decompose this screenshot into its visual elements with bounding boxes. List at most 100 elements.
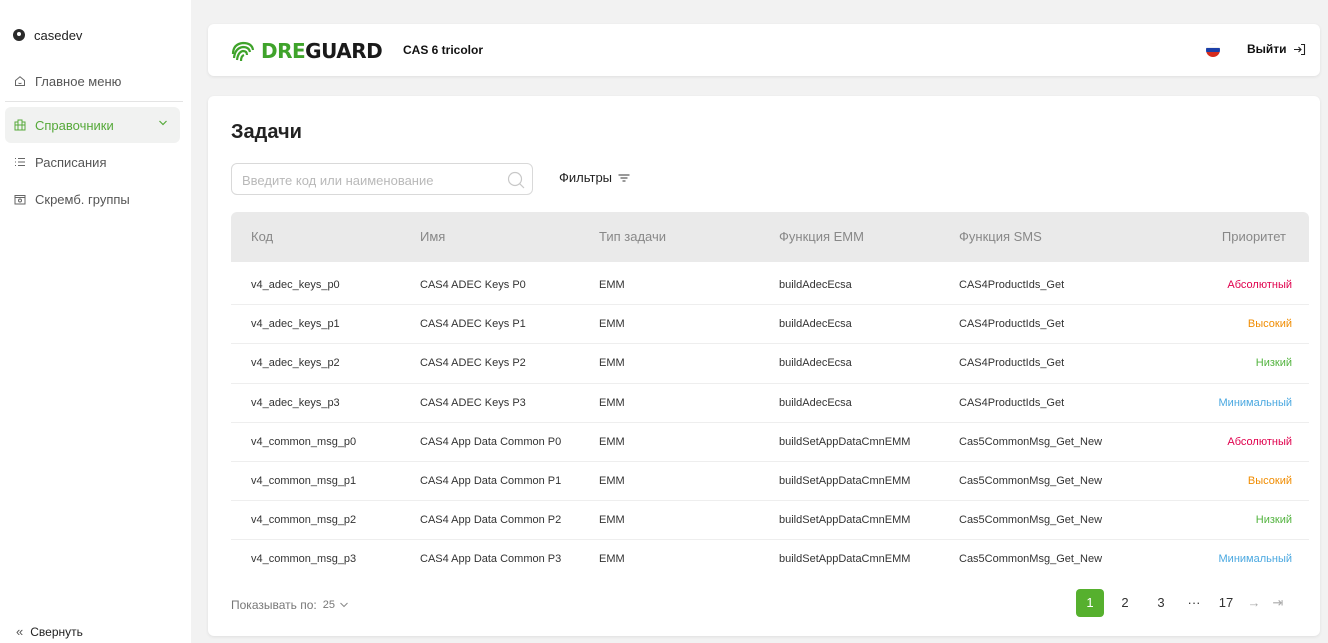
collapse-sidebar-button[interactable]: « Свернуть: [16, 624, 83, 639]
cell-code: v4_adec_keys_p3: [251, 396, 340, 409]
cell-priority: Абсолютный: [1227, 435, 1292, 448]
column-header-sms[interactable]: Функция SMS: [959, 229, 1042, 244]
list-icon: [15, 158, 25, 166]
cell-emm: buildAdecEcsa: [779, 396, 852, 409]
home-icon: [15, 76, 25, 86]
cell-sms: CAS4ProductIds_Get: [959, 357, 1065, 370]
sidebar-item-main-menu[interactable]: Главное меню: [5, 63, 180, 99]
cell-priority: Минимальный: [1218, 396, 1292, 409]
cell-emm: buildSetAppDataCmnEMM: [779, 553, 911, 566]
table-row[interactable]: v4_adec_keys_p0 CAS4 ADEC Keys P0 EMM bu…: [231, 266, 1309, 306]
table-row[interactable]: v4_adec_keys_p3 CAS4 ADEC Keys P3 EMM bu…: [231, 384, 1309, 423]
username: casedev: [34, 27, 83, 43]
cell-sms: Cas5CommonMsg_Get_New: [959, 514, 1103, 527]
cell-emm: buildAdecEcsa: [779, 279, 852, 291]
table-body: v4_adec_keys_p0 CAS4 ADEC Keys P0 EMM bu…: [231, 266, 1309, 580]
cell-name: CAS4 ADEC Keys P0: [420, 279, 526, 291]
search-input[interactable]: [242, 171, 502, 189]
pagination-ellipsis[interactable]: ···: [1180, 589, 1208, 617]
cell-priority: Высокий: [1247, 318, 1292, 331]
column-header-priority[interactable]: Приоритет: [1222, 229, 1286, 244]
cell-sms: CAS4ProductIds_Get: [959, 396, 1065, 409]
table-row[interactable]: v4_common_msg_p0 CAS4 App Data Common P0…: [231, 423, 1309, 462]
page-size-label: Показывать по:: [231, 598, 317, 612]
avatar: [13, 29, 25, 41]
cell-type: EMM: [599, 514, 625, 527]
cell-code: v4_common_msg_p2: [251, 514, 357, 527]
user-profile[interactable]: casedev: [13, 25, 82, 45]
cell-emm: buildSetAppDataCmnEMM: [779, 435, 911, 448]
column-header-emm[interactable]: Функция EMM: [779, 229, 864, 244]
cell-name: CAS4 ADEC Keys P1: [420, 318, 526, 331]
search-icon[interactable]: [506, 170, 526, 190]
table-header: Код Имя Тип задачи Функция EMM Функция S…: [231, 212, 1309, 262]
tasks-panel: Задачи Фильтры Код Имя Тип задачи Функци…: [208, 96, 1320, 636]
cell-code: v4_common_msg_p0: [251, 435, 357, 448]
directory-icon: [14, 119, 26, 131]
sidebar-item-label: Скремб. группы: [35, 191, 130, 207]
sidebar-item-label: Расписания: [35, 154, 107, 170]
language-flag-icon[interactable]: [1206, 43, 1220, 57]
cell-name: CAS4 App Data Common P0: [420, 435, 562, 448]
filter-icon: [618, 174, 630, 181]
table-row[interactable]: v4_common_msg_p1 CAS4 App Data Common P1…: [231, 462, 1309, 502]
logo[interactable]: DREGUARD: [230, 39, 383, 63]
cell-type: EMM: [599, 435, 625, 448]
cell-code: v4_adec_keys_p2: [251, 357, 340, 370]
logo-text-dark: GUARD: [305, 39, 383, 63]
cell-code: v4_common_msg_p1: [251, 474, 357, 487]
sidebar-item-scramble-groups[interactable]: Скремб. группы: [5, 181, 180, 217]
column-header-name[interactable]: Имя: [420, 229, 445, 244]
cell-type: EMM: [599, 553, 625, 566]
sidebar-divider: [5, 101, 183, 102]
sidebar-item-directories[interactable]: Справочники: [5, 107, 180, 143]
cell-sms: CAS4ProductIds_Get: [959, 318, 1065, 331]
column-header-code[interactable]: Код: [251, 229, 273, 244]
page-button-3[interactable]: 3: [1147, 589, 1175, 617]
table-row[interactable]: v4_common_msg_p3 CAS4 App Data Common P3…: [231, 540, 1309, 579]
page-button-last[interactable]: 17: [1212, 589, 1240, 617]
cell-priority: Низкий: [1255, 357, 1292, 370]
sidebar-item-schedules[interactable]: Расписания: [5, 144, 180, 180]
column-header-type[interactable]: Тип задачи: [599, 229, 666, 244]
cell-sms: CAS4ProductIds_Get: [959, 279, 1065, 291]
sidebar-item-label: Справочники: [35, 117, 114, 133]
cell-type: EMM: [599, 279, 625, 291]
last-page-icon[interactable]: ⇥: [1264, 589, 1292, 617]
page-button-2[interactable]: 2: [1111, 589, 1139, 617]
logout-button[interactable]: Выйти: [1247, 42, 1306, 56]
logo-text-green: DRE: [261, 39, 306, 63]
search-box: [231, 163, 533, 195]
chevron-down-icon: [159, 120, 167, 126]
double-chevron-left-icon: «: [16, 624, 24, 639]
cell-priority: Абсолютный: [1227, 279, 1292, 291]
collapse-label: Свернуть: [30, 624, 83, 639]
page-size-value: 25: [322, 599, 335, 611]
cell-emm: buildSetAppDataCmnEMM: [779, 514, 911, 527]
cell-type: EMM: [599, 357, 625, 370]
sidebar-item-label: Главное меню: [35, 73, 122, 89]
chevron-down-icon: [340, 602, 348, 608]
cell-type: EMM: [599, 474, 625, 487]
table-row[interactable]: v4_adec_keys_p2 CAS4 ADEC Keys P2 EMM bu…: [231, 344, 1309, 384]
cell-code: v4_adec_keys_p1: [251, 318, 340, 331]
logout-label: Выйти: [1247, 42, 1287, 56]
filters-button[interactable]: Фильтры: [559, 170, 630, 185]
sidebar: casedev Главное меню Справочники Расписа…: [0, 0, 191, 643]
page-title: Задачи: [231, 121, 302, 143]
page-button-1[interactable]: 1: [1076, 589, 1104, 617]
cell-name: CAS4 ADEC Keys P3: [420, 396, 526, 409]
folder-icon: [14, 195, 26, 205]
logo-mark-icon: [231, 41, 255, 62]
cell-emm: buildAdecEcsa: [779, 357, 852, 370]
page-size-selector[interactable]: Показывать по: 25: [231, 598, 349, 612]
table-row[interactable]: v4_adec_keys_p1 CAS4 ADEC Keys P1 EMM bu…: [231, 305, 1309, 345]
cell-priority: Низкий: [1255, 514, 1292, 527]
cell-priority: Высокий: [1247, 474, 1292, 487]
cell-emm: buildSetAppDataCmnEMM: [779, 474, 911, 487]
cell-name: CAS4 App Data Common P2: [420, 514, 562, 527]
logo-wordmark: DREGUARD: [261, 39, 383, 63]
table-row[interactable]: v4_common_msg_p2 CAS4 App Data Common P2…: [231, 501, 1309, 541]
cell-type: EMM: [599, 318, 625, 331]
cell-code: v4_common_msg_p3: [251, 553, 357, 566]
